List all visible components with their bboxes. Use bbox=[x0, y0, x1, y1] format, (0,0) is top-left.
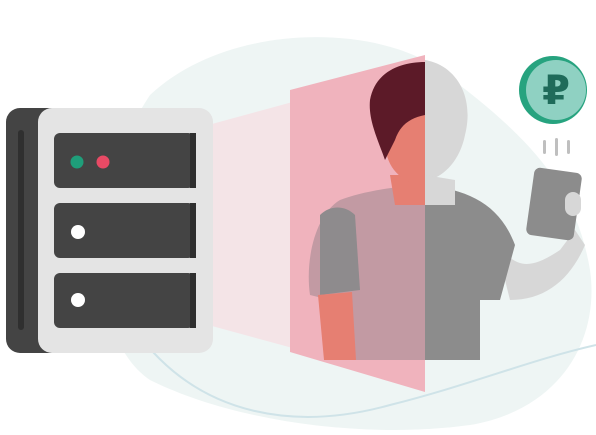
signal-line-2 bbox=[555, 138, 558, 156]
phone-thumb bbox=[565, 192, 581, 216]
signal-line-3 bbox=[567, 140, 570, 154]
signal-line-1 bbox=[543, 140, 546, 154]
led-white-2 bbox=[71, 225, 85, 239]
led-white-3 bbox=[71, 293, 85, 307]
server-slot-left bbox=[18, 130, 24, 330]
server-rack-icon bbox=[6, 108, 213, 353]
illustration-canvas: ₽ bbox=[6, 37, 596, 430]
led-green bbox=[70, 155, 84, 169]
coin-symbol: ₽ bbox=[542, 68, 570, 114]
led-red bbox=[96, 155, 110, 169]
person-forearm-left bbox=[318, 292, 356, 360]
person-arm-left bbox=[320, 207, 360, 295]
ruble-coin-icon: ₽ bbox=[519, 56, 587, 124]
illustration-scene: ₽ bbox=[0, 0, 596, 435]
